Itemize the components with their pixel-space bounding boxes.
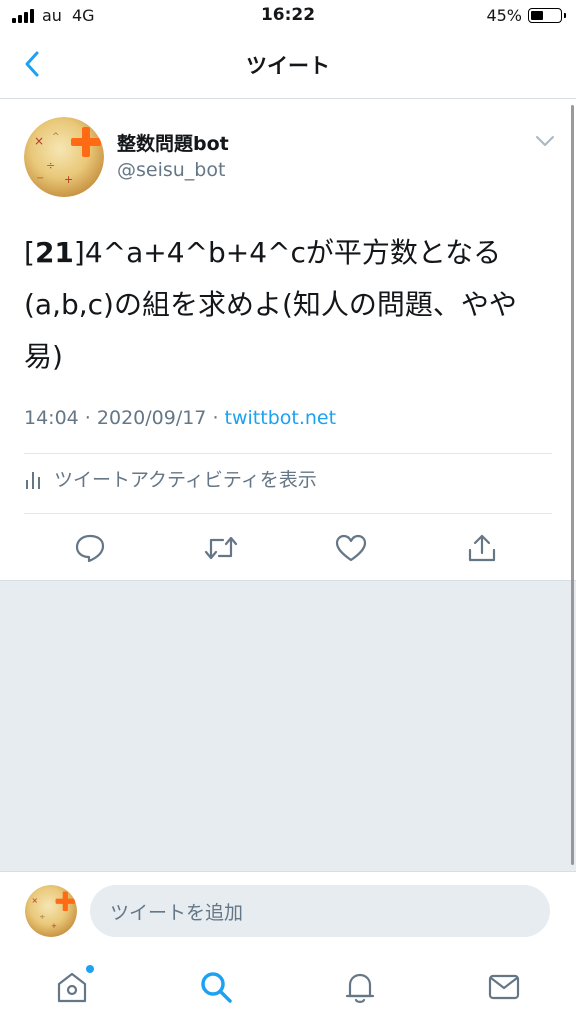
scrollbar[interactable]: [571, 105, 574, 865]
author-avatar[interactable]: × ÷ + ^ −: [24, 117, 104, 197]
notifications-icon: [345, 973, 375, 1003]
tab-home[interactable]: [50, 965, 94, 1009]
retweet-button[interactable]: [201, 531, 241, 565]
battery-icon: [528, 8, 566, 23]
activity-label: ツイートアクティビティを表示: [54, 469, 317, 491]
home-notification-dot: [86, 965, 94, 973]
battery-fill: [531, 11, 544, 20]
author-handle[interactable]: @seisu_bot: [117, 159, 225, 181]
tweet-text-bracket-open: [: [24, 236, 35, 269]
tab-notifications[interactable]: [338, 965, 382, 1009]
tweet-detail: × ÷ + ^ − 整数問題bot @seisu_bot [21]4^a+4^b…: [0, 99, 576, 581]
status-right: 45%: [486, 6, 566, 25]
retweet-icon: [204, 536, 238, 560]
reply-placeholder: ツイートを追加: [110, 901, 244, 924]
svg-text:+: +: [51, 921, 57, 930]
analytics-icon: [26, 471, 40, 489]
meta-separator: ·: [78, 407, 97, 429]
tab-search[interactable]: [194, 965, 238, 1009]
reply-icon: [75, 534, 105, 563]
user-avatar[interactable]: × ÷ +: [25, 885, 77, 937]
reply-bar: × ÷ + ツイートを追加: [0, 871, 576, 952]
messages-icon: [488, 974, 520, 1000]
avatar-image: × ÷ +: [25, 885, 77, 937]
like-icon: [335, 534, 367, 562]
reply-input[interactable]: ツイートを追加: [90, 885, 550, 937]
divider: [24, 453, 552, 454]
battery-percent: 45%: [486, 6, 522, 25]
tweet-activity-link[interactable]: ツイートアクティビティを表示: [24, 465, 317, 492]
svg-text:+: +: [64, 173, 73, 186]
tweet-time: 14:04: [24, 407, 79, 429]
tweet-meta: 14:04 · 2020/09/17 · twittbot.net: [24, 407, 336, 429]
tab-messages[interactable]: [482, 965, 526, 1009]
svg-text:÷: ÷: [39, 912, 45, 921]
page-title: ツイート: [246, 54, 330, 78]
tweet-date: 2020/09/17: [96, 407, 207, 429]
status-bar: au 4G 16:22 45%: [0, 0, 576, 32]
meta-separator: ·: [206, 407, 225, 429]
tweet-actions: [0, 517, 576, 579]
share-button[interactable]: [462, 531, 502, 565]
author-name[interactable]: 整数問題bot: [117, 129, 229, 156]
like-button[interactable]: [331, 531, 371, 565]
tweet-menu-button[interactable]: [530, 129, 560, 153]
svg-text:×: ×: [34, 134, 44, 148]
svg-text:÷: ÷: [46, 159, 55, 172]
svg-text:×: ×: [32, 896, 39, 905]
tab-bar: [0, 951, 576, 1024]
tweet-text-bracket-close: ]: [73, 236, 85, 269]
search-icon: [201, 972, 232, 1003]
avatar-image: × ÷ + ^ −: [24, 117, 104, 197]
tweet-text-number: 21: [34, 236, 74, 269]
nav-bar: ツイート: [0, 32, 576, 99]
svg-text:^: ^: [52, 132, 60, 142]
reply-button[interactable]: [70, 531, 110, 565]
chevron-down-icon: [536, 136, 554, 146]
share-icon: [468, 534, 496, 562]
divider: [24, 513, 552, 514]
replies-area: [0, 581, 576, 871]
tweet-text-body: 4^a+4^b+4^cが平方数となる(a,b,c)の組を求めよ(知人の問題、やや…: [24, 236, 517, 373]
tweet-text: [21]4^a+4^b+4^cが平方数となる(a,b,c)の組を求めよ(知人の問…: [24, 227, 554, 383]
home-icon: [57, 972, 87, 1003]
tweet-source-link[interactable]: twittbot.net: [225, 407, 337, 429]
svg-text:−: −: [36, 173, 44, 184]
